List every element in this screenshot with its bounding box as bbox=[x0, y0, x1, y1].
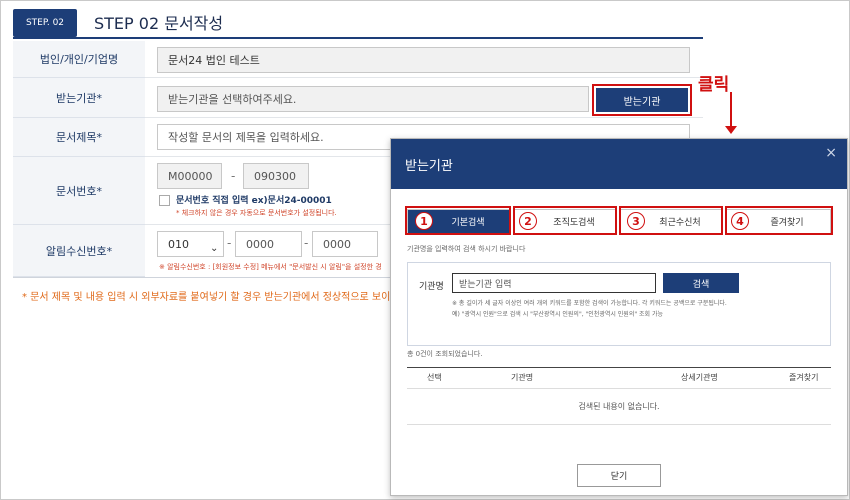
modal-close-button[interactable]: 닫기 bbox=[577, 464, 661, 487]
results-table-header bbox=[407, 367, 831, 389]
search-button[interactable]: 검색 bbox=[663, 273, 739, 293]
column-header: 선택 bbox=[427, 373, 442, 382]
search-hint-1: ※ 총 길이가 세 글자 이상인 여러 개의 키워드를 포함한 검색이 가능합니… bbox=[452, 300, 727, 307]
highlight-box bbox=[592, 84, 692, 116]
tab-number-badge: 2 bbox=[519, 212, 537, 230]
tab-number-badge: 1 bbox=[415, 212, 433, 230]
close-icon[interactable]: × bbox=[825, 145, 837, 161]
column-header: 즐겨찾기 bbox=[789, 373, 819, 382]
row-divider bbox=[145, 77, 703, 78]
search-hint-2: 예) "광역시 인원"으로 검색 시 "부산광역시 인원의", "인천광역시 인… bbox=[452, 311, 663, 318]
step-badge: STEP. 02 bbox=[13, 9, 77, 37]
docnum-suffix-field: 090300 bbox=[243, 163, 309, 189]
phone-dash-2: - bbox=[304, 236, 309, 250]
docnum-manual-checkbox[interactable] bbox=[159, 195, 170, 206]
recipient-label: 받는기관* bbox=[13, 78, 145, 118]
search-label: 기관명 bbox=[419, 282, 444, 292]
docnum-note: * 체크하지 않은 경우 자동으로 문서번호가 설정됩니다. bbox=[176, 209, 337, 217]
phone-label: 알림수신번호* bbox=[13, 225, 145, 277]
org-field: 문서24 법인 테스트 bbox=[157, 47, 690, 73]
click-annotation: 클릭 bbox=[698, 75, 730, 95]
annotation-arrow-head-icon bbox=[725, 126, 737, 134]
result-count: 총 0건이 조회되었습니다. bbox=[407, 350, 483, 358]
paste-warning-note: * 문서 제목 및 내용 입력 시 외부자료를 붙여넣기 할 경우 받는기관에서… bbox=[22, 292, 391, 303]
phone-last-input[interactable]: 0000 bbox=[312, 231, 378, 257]
recipient-field[interactable]: 받는기관을 선택하여주세요. bbox=[157, 86, 589, 112]
header-divider bbox=[13, 37, 703, 39]
search-input[interactable]: 받는기관 입력 bbox=[452, 273, 656, 293]
tab-number-badge: 3 bbox=[627, 212, 645, 230]
form-bottom-line bbox=[13, 277, 390, 278]
search-instruction: 기관명을 입력하여 검색 하시기 바랍니다 bbox=[407, 245, 526, 253]
phone-dash-1: - bbox=[227, 236, 232, 250]
row-divider bbox=[145, 117, 703, 118]
tab-number-badge: 4 bbox=[731, 212, 749, 230]
empty-message: 검색된 내용이 없습니다. bbox=[578, 402, 660, 411]
recipient-modal: 받는기관 × 기본검색 조직도검색 최근수신처 즐겨찾기 1 2 3 4 기관명… bbox=[390, 138, 848, 496]
column-header: 상세기관명 bbox=[681, 373, 718, 382]
docnum-checkbox-label: 문서번호 직접 입력 ex)문서24-00001 bbox=[176, 196, 332, 206]
modal-header: 받는기관 bbox=[391, 139, 847, 189]
docnum-prefix-field: M00000 bbox=[157, 163, 222, 189]
chevron-down-icon: ⌄ bbox=[210, 243, 219, 254]
docnum-label: 문서번호* bbox=[13, 157, 145, 225]
annotation-arrow-line bbox=[730, 92, 732, 128]
docnum-dash: - bbox=[231, 169, 236, 183]
row-divider bbox=[145, 224, 390, 225]
modal-title: 받는기관 bbox=[405, 158, 453, 174]
empty-results-row: 검색된 내용이 없습니다. bbox=[407, 389, 831, 425]
org-label: 법인/개인/기업명 bbox=[13, 41, 145, 78]
phone-note: ※ 알림수신번호 : [회원정보 수정] 메뉴에서 "문서발신 시 알림"을 설… bbox=[159, 263, 382, 271]
column-header: 기관명 bbox=[511, 373, 534, 382]
phone-mid-input[interactable]: 0000 bbox=[235, 231, 302, 257]
subject-label: 문서제목* bbox=[13, 118, 145, 157]
page-title: STEP 02 문서작성 bbox=[94, 14, 224, 33]
